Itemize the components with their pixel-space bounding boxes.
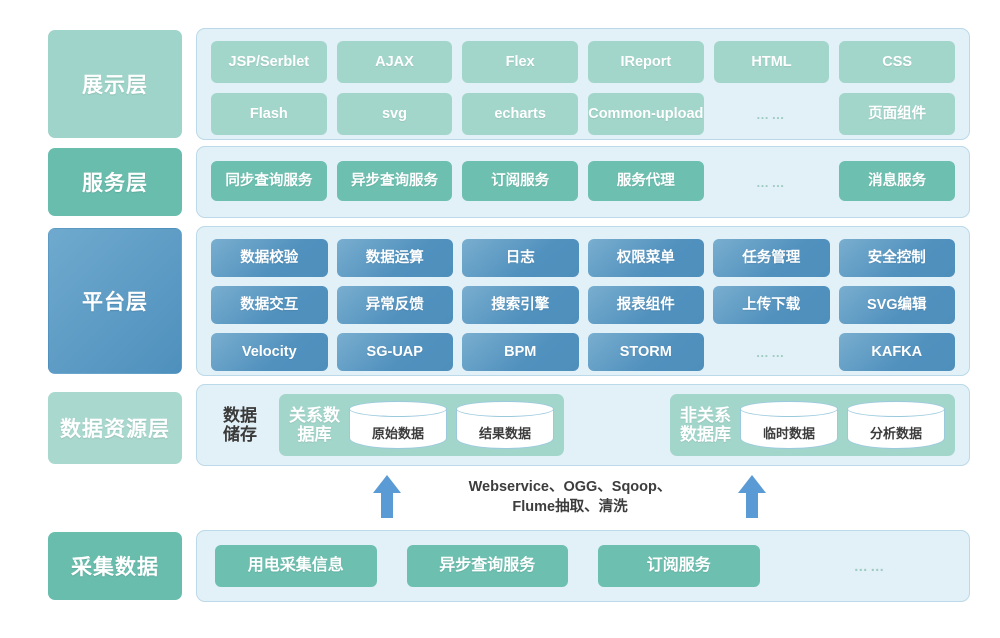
up-arrow-icon-right — [737, 474, 767, 519]
cylinder-temp-data[interactable]: 临时数据 — [740, 401, 838, 449]
chip-message-service[interactable]: 消息服务 — [839, 161, 955, 201]
db-group-non-relational-label: 非关系 数据库 — [680, 405, 731, 444]
architecture-diagram: 展示层 JSP/Serblet AJAX Flex IReport HTML C… — [0, 0, 1000, 638]
platform-grid: 数据校验 数据运算 日志 权限菜单 任务管理 安全控制 数据交互 异常反馈 搜索… — [211, 239, 955, 371]
chip-ireport[interactable]: IReport — [587, 41, 704, 83]
chip-bpm[interactable]: BPM — [462, 333, 579, 371]
cylinder-result-data[interactable]: 结果数据 — [456, 401, 554, 449]
chip-html[interactable]: HTML — [713, 41, 830, 83]
chip-storm[interactable]: STORM — [587, 333, 704, 371]
cylinder-raw-data[interactable]: 原始数据 — [349, 401, 447, 449]
chip-async-query-service[interactable]: 异步查询服务 — [336, 161, 453, 201]
chip-ajax[interactable]: AJAX — [336, 41, 453, 83]
chip-security-control[interactable]: 安全控制 — [838, 239, 955, 277]
chip-data-interaction[interactable]: 数据交互 — [211, 286, 328, 324]
chip-data-validation[interactable]: 数据校验 — [211, 239, 328, 277]
chip-jsp-serblet[interactable]: JSP/Serblet — [211, 41, 327, 83]
data-storage-title: 数据 储存 — [223, 405, 257, 444]
cylinder-label: 结果数据 — [478, 425, 531, 441]
chip-search-engine[interactable]: 搜索引擎 — [462, 286, 579, 324]
data-storage-container: 数据 储存 关系数 据库 原始数据 结果数据 非关系 数据库 临时数据 分析数据 — [211, 394, 955, 456]
chip-flex[interactable]: Flex — [462, 41, 578, 83]
db-group-relational-label: 关系数 据库 — [289, 405, 340, 444]
cylinder-analysis-data[interactable]: 分析数据 — [847, 401, 945, 449]
chip-async-query-service-collect[interactable]: 异步查询服务 — [406, 545, 568, 587]
ellipsis-service: …… — [755, 174, 787, 190]
chip-exception-feedback[interactable]: 异常反馈 — [336, 286, 453, 324]
layer-label-data-resource: 数据资源层 — [48, 392, 182, 464]
chip-data-compute[interactable]: 数据运算 — [336, 239, 453, 277]
chip-flash[interactable]: Flash — [211, 93, 327, 135]
layer-panel-collect: 用电采集信息 异步查询服务 订阅服务 …… — [196, 530, 970, 602]
db-group-non-relational: 非关系 数据库 临时数据 分析数据 — [670, 394, 955, 456]
layer-label-presentation: 展示层 — [48, 30, 182, 138]
cylinder-label: 临时数据 — [762, 425, 815, 441]
service-grid: 同步查询服务 异步查询服务 订阅服务 服务代理 …… 消息服务 — [211, 161, 955, 203]
chip-subscribe-service[interactable]: 订阅服务 — [462, 161, 578, 201]
presentation-grid: JSP/Serblet AJAX Flex IReport HTML CSS F… — [211, 41, 955, 135]
layer-panel-platform: 数据校验 数据运算 日志 权限菜单 任务管理 安全控制 数据交互 异常反馈 搜索… — [196, 226, 970, 376]
chip-report-component[interactable]: 报表组件 — [587, 286, 704, 324]
chip-svg[interactable]: svg — [336, 93, 453, 135]
ellipsis-collect: …… — [853, 558, 887, 574]
chip-common-upload[interactable]: Common-upload — [587, 93, 704, 135]
chip-page-component[interactable]: 页面组件 — [839, 93, 955, 135]
collect-grid: 用电采集信息 异步查询服务 订阅服务 …… — [215, 545, 951, 587]
chip-task-management[interactable]: 任务管理 — [713, 239, 830, 277]
chip-echarts[interactable]: echarts — [462, 93, 578, 135]
db-group-relational: 关系数 据库 原始数据 结果数据 — [279, 394, 564, 456]
up-arrow-icon-left — [372, 474, 402, 519]
chip-kafka[interactable]: KAFKA — [838, 333, 955, 371]
chip-sync-query-service[interactable]: 同步查询服务 — [211, 161, 327, 201]
layer-panel-service: 同步查询服务 异步查询服务 订阅服务 服务代理 …… 消息服务 — [196, 146, 970, 218]
cylinder-label: 分析数据 — [869, 425, 922, 441]
layer-panel-data-resource: 数据 储存 关系数 据库 原始数据 结果数据 非关系 数据库 临时数据 分析数据 — [196, 384, 970, 466]
etl-caption: Webservice、OGG、Sqoop、 Flume抽取、清洗 — [468, 479, 672, 515]
chip-permission-menu[interactable]: 权限菜单 — [587, 239, 704, 277]
chip-svg-editor[interactable]: SVG编辑 — [838, 286, 955, 324]
layer-label-collect: 采集数据 — [48, 532, 182, 600]
chip-sg-uap[interactable]: SG-UAP — [336, 333, 453, 371]
chip-css[interactable]: CSS — [839, 41, 955, 83]
ellipsis-platform: …… — [755, 344, 787, 360]
chip-upload-download[interactable]: 上传下载 — [713, 286, 830, 324]
layer-panel-presentation: JSP/Serblet AJAX Flex IReport HTML CSS F… — [196, 28, 970, 140]
ellipsis-presentation: …… — [755, 106, 787, 122]
chip-subscribe-service-collect[interactable]: 订阅服务 — [598, 545, 760, 587]
cylinder-label: 原始数据 — [371, 425, 424, 441]
chip-service-proxy[interactable]: 服务代理 — [587, 161, 704, 201]
chip-velocity[interactable]: Velocity — [211, 333, 328, 371]
chip-log[interactable]: 日志 — [462, 239, 579, 277]
layer-label-platform: 平台层 — [48, 228, 182, 374]
chip-power-collect-info[interactable]: 用电采集信息 — [215, 545, 377, 587]
layer-label-service: 服务层 — [48, 148, 182, 216]
